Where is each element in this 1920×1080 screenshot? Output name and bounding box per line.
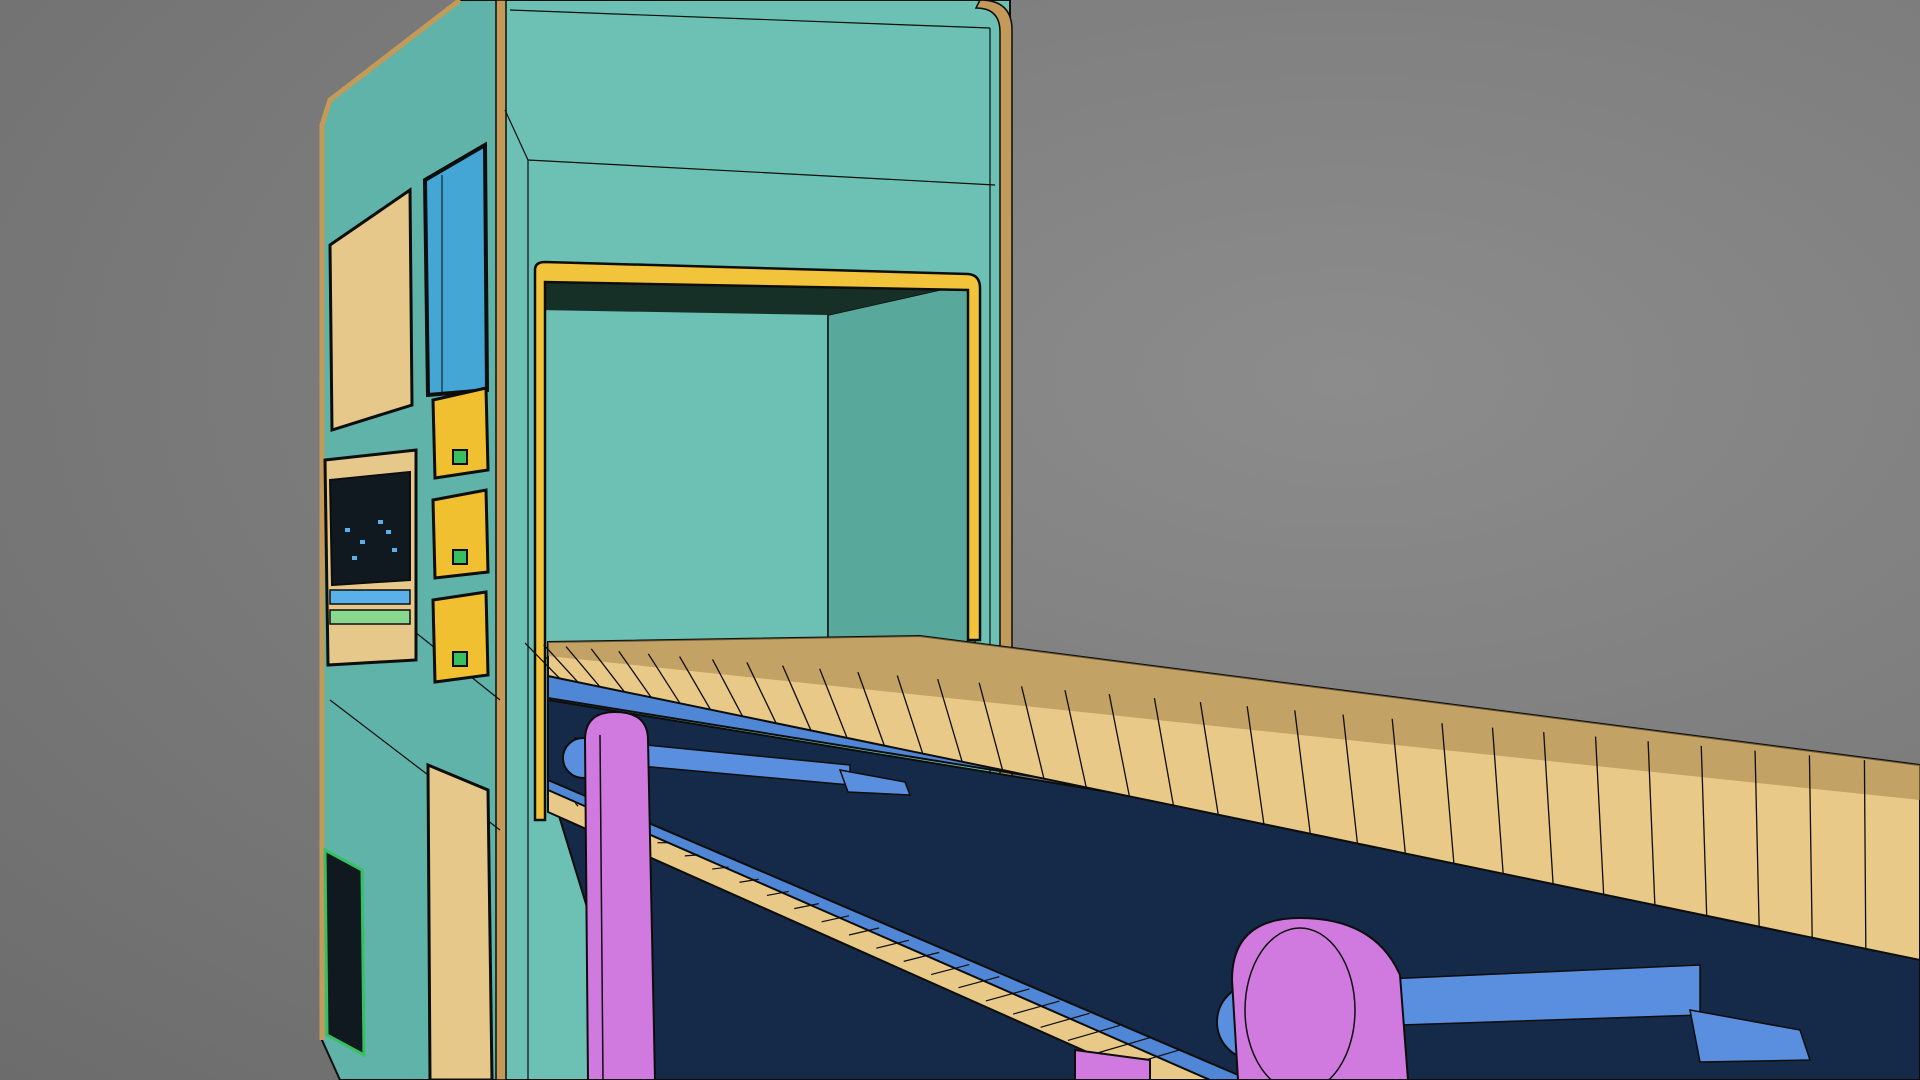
drawer-2-indicator [452, 549, 468, 565]
front-left-trim [495, 0, 507, 1080]
control-panel-blue-strip [329, 589, 411, 605]
side-vent-panel [323, 847, 366, 1058]
drawer-panels[interactable] [431, 386, 490, 684]
control-panel[interactable] [323, 448, 418, 667]
rear-leg [583, 710, 657, 1080]
control-panel-screen [328, 470, 411, 587]
side-window [422, 141, 490, 398]
tunnel-interior-back [537, 277, 829, 659]
side-panel-lower [426, 762, 494, 1080]
drawer-3-indicator [452, 651, 468, 667]
tunnel-interior-right [827, 281, 976, 661]
drawer-3[interactable] [431, 590, 490, 684]
3d-viewport[interactable] [0, 0, 1920, 1080]
scene-canvas[interactable] [0, 0, 1920, 1080]
drawer-1-indicator [452, 449, 468, 465]
control-panel-green-strip [329, 609, 411, 625]
